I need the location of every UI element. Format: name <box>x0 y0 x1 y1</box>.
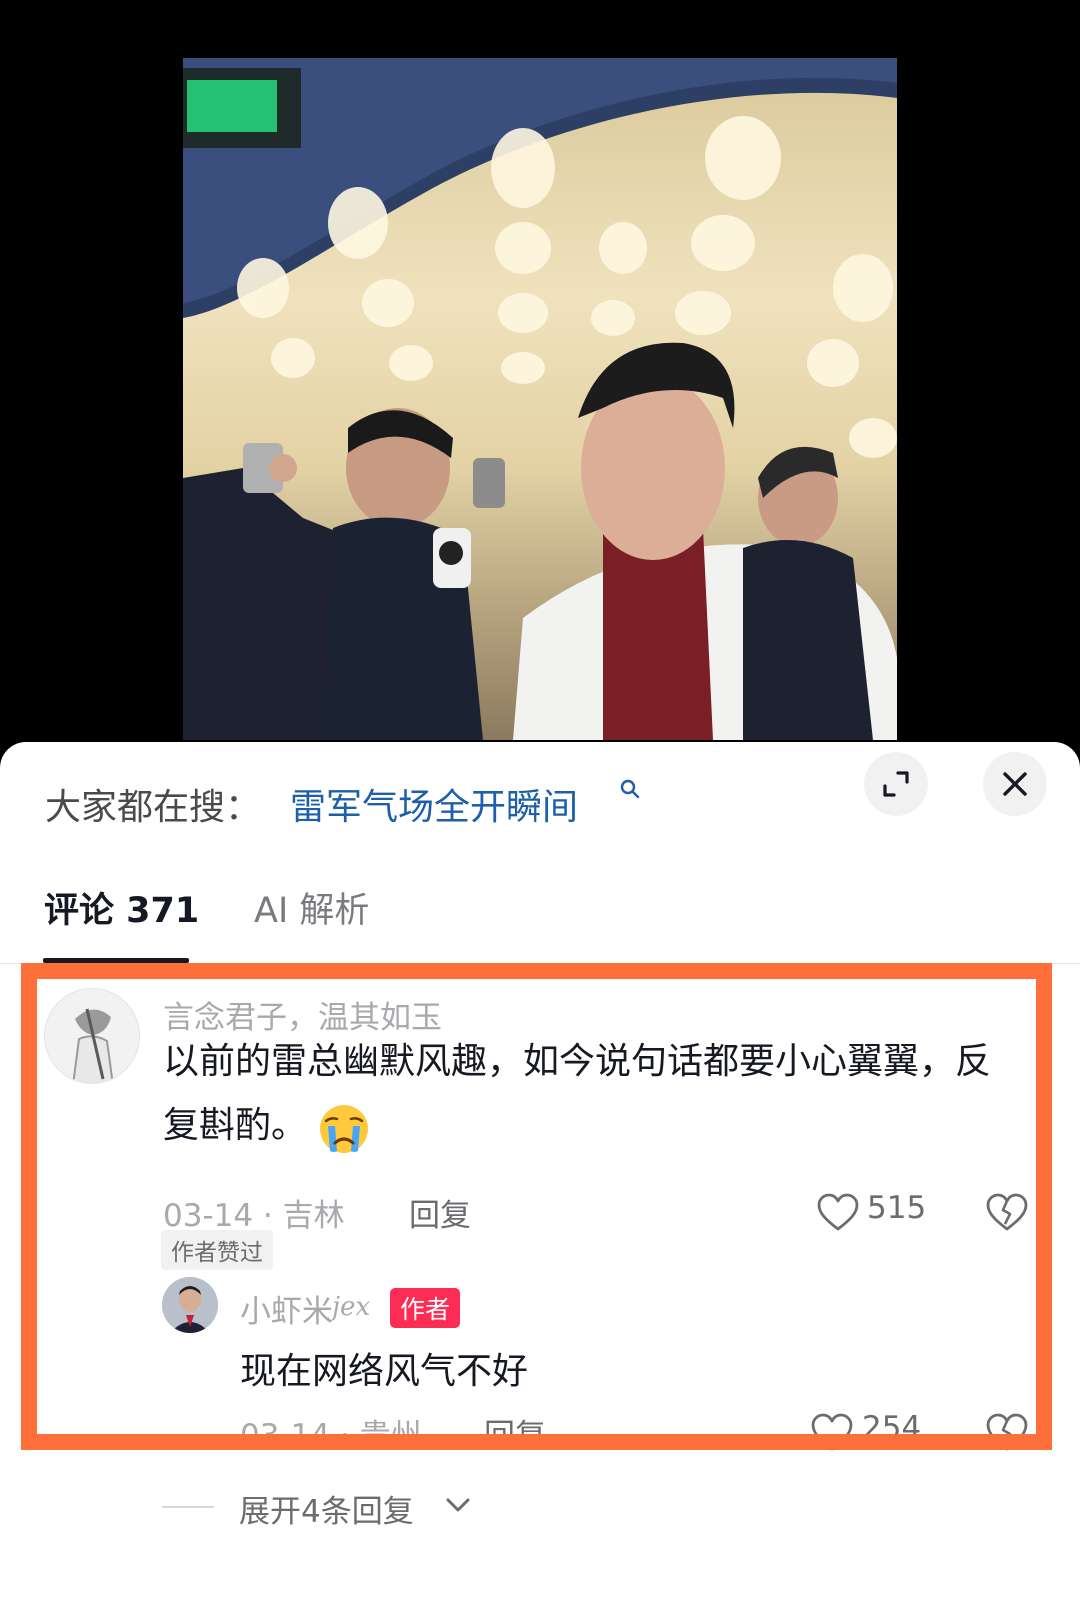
reply-date-location: 03-14 · 贵州 <box>240 1418 422 1454</box>
close-icon <box>1003 772 1027 796</box>
reply-button[interactable]: 回复 <box>409 1190 471 1235</box>
comment-date-location: 03-14 · 吉林 <box>163 1198 345 1234</box>
expand-replies-button[interactable]: 展开4条回复 <box>239 1486 414 1531</box>
reply-button[interactable]: 回复 <box>484 1410 546 1455</box>
search-suggestion-label: 大家都在搜： <box>45 787 262 828</box>
video-scene <box>183 58 897 740</box>
chevron-down-icon[interactable] <box>445 1496 471 1514</box>
close-button[interactable] <box>983 752 1047 816</box>
comment-sheet: 大家都在搜： 雷军气场全开瞬间 评论 371 AI 解析 言念君子，温其如玉 以… <box>0 742 1080 1599</box>
avatar[interactable] <box>44 988 140 1084</box>
search-suggestion-term[interactable]: 雷军气场全开瞬间 <box>290 778 578 830</box>
expand-divider <box>162 1506 214 1508</box>
expand-button[interactable] <box>864 752 928 816</box>
reply-username-suffix: jex <box>332 1292 371 1322</box>
video-area[interactable] <box>0 0 1080 740</box>
search-icon[interactable] <box>619 778 641 800</box>
tab-comments[interactable]: 评论 371 <box>44 882 199 933</box>
author-avatar[interactable] <box>162 1277 218 1333</box>
video-frame[interactable] <box>183 58 897 740</box>
comment-text[interactable]: 以前的雷总幽默风趣，如今说句话都要小心翼翼，反复斟酌。 <box>163 1030 993 1158</box>
author-liked-badge: 作者赞过 <box>161 1230 273 1270</box>
like-count: 254 <box>862 1410 922 1446</box>
heart-icon[interactable] <box>810 1412 854 1452</box>
crying-face-icon <box>320 1105 369 1153</box>
broken-heart-icon[interactable] <box>985 1192 1029 1232</box>
like-count: 515 <box>867 1190 927 1226</box>
comment-body: 以前的雷总幽默风趣，如今说句话都要小心翼翼，反复斟酌。 <box>163 1041 992 1146</box>
reply-text[interactable]: 现在网络风气不好 <box>240 1342 528 1394</box>
expand-icon <box>883 771 909 797</box>
tab-divider <box>0 963 1080 964</box>
heart-icon[interactable] <box>816 1192 860 1232</box>
broken-heart-icon[interactable] <box>985 1412 1029 1452</box>
author-tag: 作者 <box>390 1288 461 1328</box>
reply-username[interactable]: 小虾米 <box>240 1286 333 1331</box>
tab-ai-analysis[interactable]: AI 解析 <box>254 882 369 933</box>
